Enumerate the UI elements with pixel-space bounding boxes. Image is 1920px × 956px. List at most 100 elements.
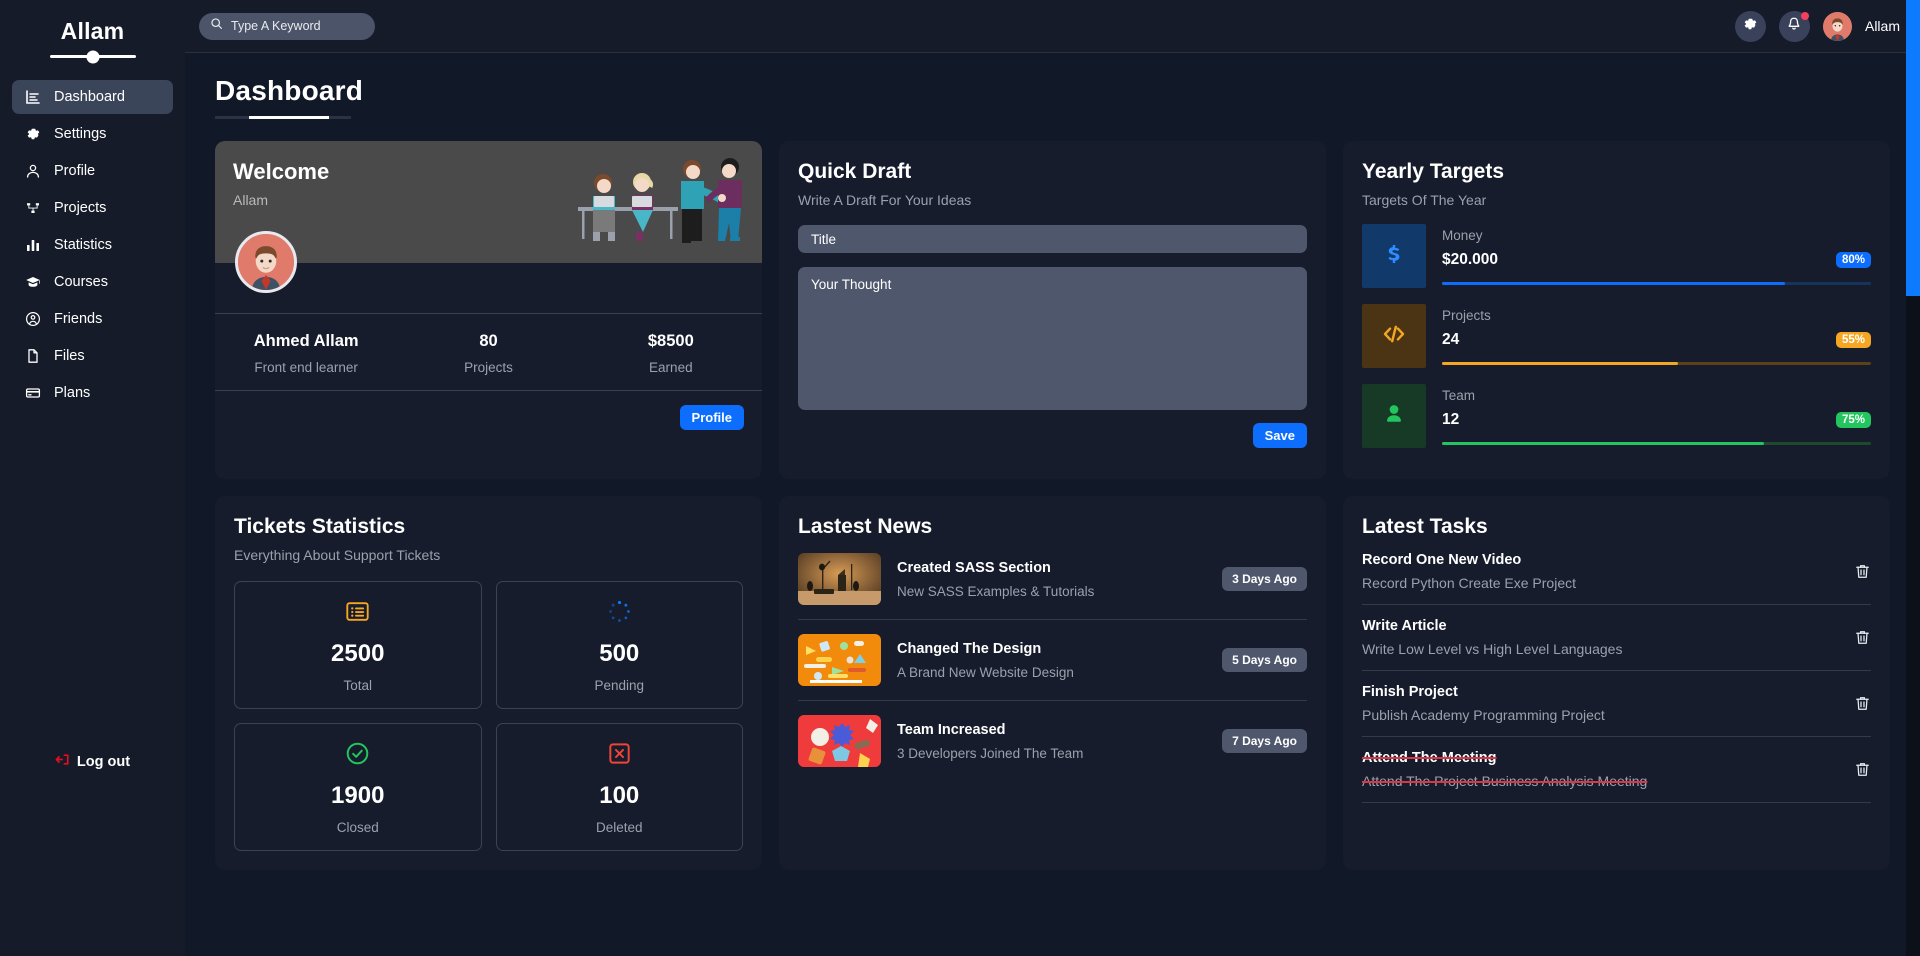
task-subtitle: Write Low Level vs High Level Languages (1362, 641, 1623, 657)
trash-icon[interactable] (1854, 761, 1871, 778)
gear-icon (1742, 16, 1758, 37)
target-row-team: Team 12 75% (1362, 384, 1871, 448)
search-input[interactable] (231, 19, 361, 33)
target-label: Money (1442, 227, 1483, 243)
tickets-statistics-card: Tickets Statistics Everything About Supp… (215, 496, 762, 870)
news-text: Team Increased 3 Developers Joined The T… (897, 722, 1206, 761)
ticket-label: Total (343, 678, 373, 693)
news-thumbnail (798, 634, 881, 686)
task-heading: Record One New Video (1362, 552, 1522, 568)
target-percent-badge: 55% (1835, 331, 1871, 348)
logout-arrow-icon (55, 752, 70, 771)
bar-chart-icon (24, 237, 41, 254)
sidebar-item-settings[interactable]: Settings (12, 117, 173, 151)
team-tile (1362, 384, 1426, 448)
user-icon (24, 163, 41, 180)
welcome-card: Welcome Allam Ahmed Allam Front end lear… (215, 141, 762, 479)
teamwork-illustration-icon (570, 151, 750, 256)
yearly-targets-card: Yearly Targets Targets Of The Year Money (1343, 141, 1890, 479)
task-row[interactable]: Finish Project Publish Academy Programmi… (1362, 671, 1871, 737)
avatar[interactable] (1822, 11, 1852, 41)
search-box[interactable] (199, 12, 375, 40)
news-item[interactable]: Created SASS Section New SASS Examples &… (798, 539, 1307, 620)
logout-button[interactable]: Log out (0, 752, 185, 771)
tickets-title: Tickets Statistics (234, 515, 406, 538)
welcome-stat-value: 80 (479, 332, 498, 350)
target-percent-badge: 80% (1835, 251, 1871, 268)
draft-title-input[interactable] (798, 225, 1307, 253)
welcome-stat-label: Earned (649, 360, 693, 375)
target-value: $20.000 (1442, 250, 1499, 268)
target-body: Team 12 75% (1442, 384, 1871, 448)
welcome-header: Welcome Allam (215, 141, 762, 293)
news-subtitle: New SASS Examples & Tutorials (897, 583, 1095, 599)
settings-button[interactable] (1734, 10, 1766, 42)
sidebar-item-dashboard[interactable]: Dashboard (12, 80, 173, 114)
sidebar-item-label: Friends (54, 311, 103, 327)
draft-thought-textarea[interactable] (798, 267, 1307, 410)
notification-badge (1800, 11, 1809, 20)
notifications-button[interactable] (1778, 10, 1810, 42)
graduation-cap-icon (24, 274, 41, 291)
page-scrollbar-thumb[interactable] (1906, 0, 1920, 296)
task-heading: Finish Project (1362, 684, 1458, 700)
ticket-box-pending: 500 Pending (495, 581, 743, 709)
quick-draft-title: Quick Draft (798, 160, 912, 183)
sidebar-item-label: Files (54, 348, 85, 364)
ticket-number: 100 (599, 782, 640, 809)
welcome-stat: Ahmed Allam Front end learner (215, 332, 397, 375)
user-name: Allam (1864, 18, 1900, 34)
sidebar-item-friends[interactable]: Friends (12, 302, 173, 336)
user-circle-icon (24, 311, 41, 328)
trash-icon[interactable] (1854, 563, 1871, 580)
welcome-stat-label: Projects (464, 360, 513, 375)
task-row[interactable]: Record One New Video Record Python Creat… (1362, 539, 1871, 605)
sidebar-item-plans[interactable]: Plans (12, 376, 173, 410)
topbar: Allam (185, 0, 1920, 53)
page-scrollbar-track[interactable] (1906, 0, 1920, 956)
search-icon (210, 17, 223, 35)
trash-icon[interactable] (1854, 629, 1871, 646)
ticket-number: 1900 (331, 782, 385, 809)
sidebar-item-statistics[interactable]: Statistics (12, 228, 173, 262)
ticket-box-closed: 1900 Closed (234, 723, 482, 851)
sidebar-item-label: Plans (54, 385, 91, 401)
latest-tasks-card: Latest Tasks Record One New Video Record… (1343, 496, 1890, 870)
task-heading: Attend The Meeting (1362, 750, 1497, 766)
ticket-label: Deleted (595, 820, 643, 835)
news-timestamp: 5 Days Ago (1222, 648, 1307, 672)
task-text: Finish Project Publish Academy Programmi… (1362, 684, 1840, 723)
sidebar-nav: Dashboard Settings Profile Projects Stat… (12, 80, 173, 410)
news-item[interactable]: Team Increased 3 Developers Joined The T… (798, 701, 1307, 781)
sidebar-item-label: Profile (54, 163, 96, 179)
money-tile (1362, 224, 1426, 288)
sidebar: Allam Dashboard Settings Profile Project… (0, 0, 185, 956)
sidebar-item-profile[interactable]: Profile (12, 154, 173, 188)
target-progress-track: 75% (1442, 411, 1871, 445)
save-button[interactable]: Save (1252, 423, 1307, 448)
welcome-stat: $8500 Earned (580, 332, 762, 375)
welcome-footer: Profile (215, 391, 762, 430)
task-row[interactable]: Write Article Write Low Level vs High Le… (1362, 605, 1871, 671)
task-row[interactable]: Attend The Meeting Attend The Project Bu… (1362, 737, 1871, 803)
dollar-icon (1382, 242, 1406, 271)
file-icon (24, 348, 41, 365)
trash-icon[interactable] (1854, 695, 1871, 712)
user-solid-icon (1382, 402, 1406, 431)
target-value: 24 (1442, 330, 1460, 348)
page-title-underline (215, 116, 351, 119)
news-text: Created SASS Section New SASS Examples &… (897, 560, 1206, 599)
news-thumbnail (798, 553, 881, 605)
sidebar-item-label: Projects (54, 200, 107, 216)
target-body: Money $20.000 80% (1442, 224, 1871, 288)
sidebar-item-courses[interactable]: Courses (12, 265, 173, 299)
sidebar-item-projects[interactable]: Projects (12, 191, 173, 225)
news-item[interactable]: Changed The Design A Brand New Website D… (798, 620, 1307, 701)
target-percent-badge: 75% (1835, 411, 1871, 428)
profile-button[interactable]: Profile (679, 405, 744, 430)
target-row-projects: Projects 24 55% (1362, 304, 1871, 368)
welcome-stat-label: Front end learner (254, 360, 358, 375)
page-title: Dashboard (215, 75, 364, 106)
tickets-grid: 2500 Total 500 Pending 1900 Closed 100 D… (234, 581, 743, 851)
sidebar-item-files[interactable]: Files (12, 339, 173, 373)
